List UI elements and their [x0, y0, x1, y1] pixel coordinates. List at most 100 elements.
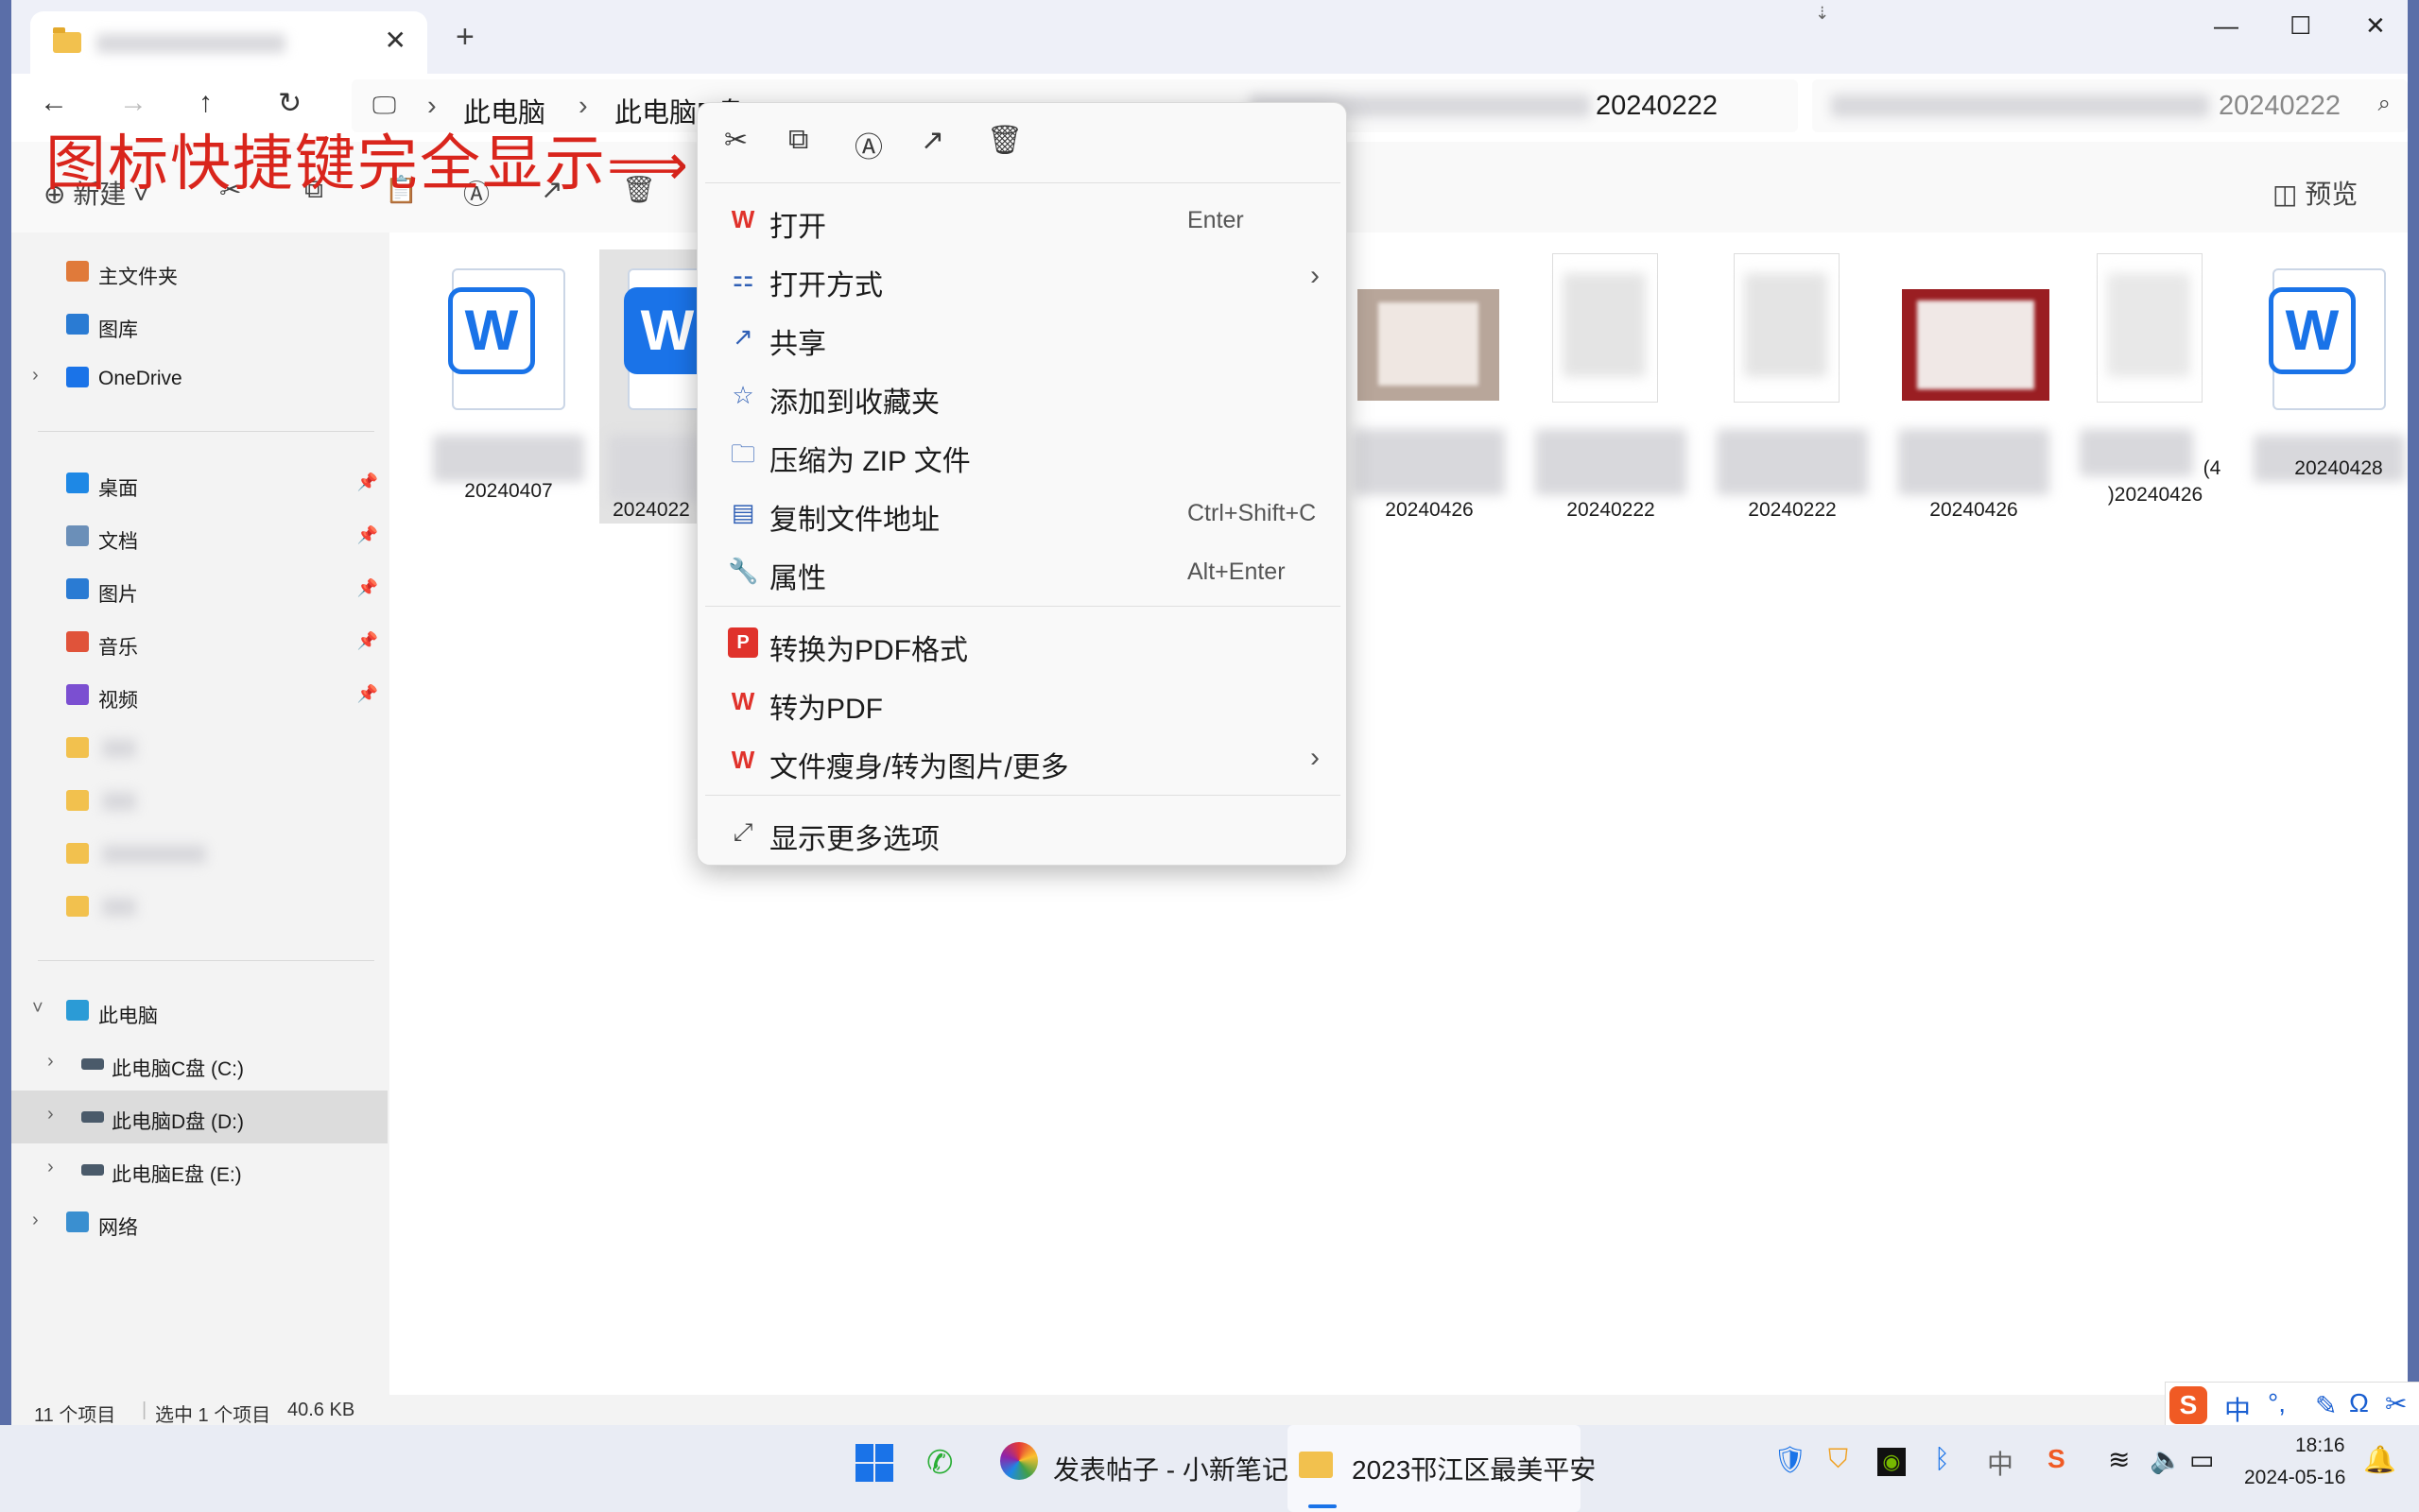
menu-item-to-pdf[interactable]: W 转为PDF: [705, 674, 1339, 729]
breadcrumb-current-folder[interactable]: 20240222: [1596, 91, 1718, 122]
preview-button[interactable]: ◫ 预览: [2272, 174, 2358, 212]
menu-item-open-with[interactable]: ⚏ 打开方式 ›: [705, 250, 1339, 305]
clock-date[interactable]: 2024-05-16: [2244, 1467, 2345, 1489]
sidebar-item-gallery[interactable]: 图库: [11, 299, 388, 352]
menu-item-show-more-options[interactable]: ⤢ 显示更多选项: [705, 804, 1339, 859]
file-name: 20240426: [1385, 499, 1474, 521]
sidebar-item-folder[interactable]: [11, 881, 388, 934]
menu-item-open[interactable]: W 打开 Enter: [705, 192, 1339, 247]
sidebar-item-label: 主文件夹: [98, 266, 178, 288]
menu-item-wps-more[interactable]: W 文件瘦身/转为图片/更多 ›: [705, 732, 1339, 787]
clock-time[interactable]: 18:16: [2295, 1435, 2345, 1457]
file-item[interactable]: 20240222: [1526, 249, 1696, 533]
menu-item-shortcut: Enter: [1187, 207, 1244, 233]
tab-close-button[interactable]: ✕: [385, 25, 406, 56]
file-name-blurred: [1535, 429, 1686, 495]
minimize-button[interactable]: —: [2214, 11, 2238, 41]
file-item[interactable]: 20240426: [1344, 249, 1514, 533]
file-item[interactable]: W 20240428: [2244, 249, 2408, 533]
search-box[interactable]: 20240222 ⌕: [1812, 79, 2408, 132]
word-icon: W: [448, 287, 535, 374]
security-icon[interactable]: ⛉: [1828, 1444, 1848, 1475]
sidebar-item-desktop[interactable]: 桌面 📌: [11, 457, 388, 510]
status-bar: 11 个项目 | 选中 1 个项目 40.6 KB: [11, 1395, 2408, 1425]
sidebar-item-drive-e[interactable]: › 此电脑E盘 (E:): [11, 1143, 388, 1196]
preview-label: 预览: [2305, 180, 2359, 209]
menu-item-shortcut: Alt+Enter: [1187, 558, 1286, 585]
menu-item-add-favorites[interactable]: ☆ 添加到收藏夹: [705, 368, 1339, 422]
document-thumbnail: [1734, 253, 1840, 403]
windows-start-icon[interactable]: [855, 1444, 893, 1482]
pen-icon[interactable]: ✎: [2315, 1390, 2337, 1421]
wps-icon: W: [731, 205, 755, 233]
sidebar-item-home[interactable]: 主文件夹: [11, 246, 388, 299]
file-item[interactable]: (4 )20240426: [2070, 249, 2240, 533]
sidebar-item-music[interactable]: 音乐 📌: [11, 616, 388, 669]
sidebar-item-documents[interactable]: 文档 📌: [11, 510, 388, 563]
ime-punct-toggle[interactable]: °,: [2268, 1388, 2286, 1418]
title-bar: ✕ + ⇣ — ☐ ✕: [11, 0, 2408, 74]
menu-item-copy-path[interactable]: ▤ 复制文件地址 Ctrl+Shift+C: [705, 485, 1339, 540]
omega-icon[interactable]: Ω: [2349, 1388, 2369, 1418]
file-name: )20240426: [2107, 484, 2203, 506]
close-button[interactable]: ✕: [2365, 11, 2386, 41]
menu-item-label: 转为PDF: [769, 694, 883, 725]
sidebar-item-videos[interactable]: 视频 📌: [11, 669, 388, 722]
file-item[interactable]: 20240222: [1707, 249, 1877, 533]
zip-icon: 🗀: [730, 439, 755, 468]
wifi-icon[interactable]: ≋: [2108, 1444, 2130, 1475]
sogou-tray-icon[interactable]: S: [2048, 1444, 2065, 1474]
taskbar-app-browser[interactable]: 发表帖子 - 小新笔记: [1053, 1450, 1288, 1487]
tools-icon[interactable]: ✂: [2385, 1388, 2407, 1419]
nvidia-icon[interactable]: ◉: [1877, 1448, 1906, 1476]
folder-icon: [66, 790, 89, 811]
sidebar-item-folder[interactable]: [11, 775, 388, 828]
file-name-extra: (4: [2203, 457, 2221, 479]
ime-tray-indicator[interactable]: 中: [1987, 1444, 2013, 1482]
divider: |: [142, 1400, 147, 1420]
music-icon: [66, 631, 89, 652]
pin-icon: 📌: [356, 578, 378, 597]
sidebar-item-this-pc[interactable]: ˅ 此电脑: [11, 985, 388, 1038]
notification-icon[interactable]: 🔔: [2363, 1444, 2396, 1475]
file-item[interactable]: W 20240407: [423, 249, 594, 533]
copy-icon[interactable]: ⧉: [788, 124, 808, 156]
rename-icon[interactable]: Ⓐ: [855, 124, 883, 165]
file-item[interactable]: 20240426: [1889, 249, 2059, 533]
menu-item-share[interactable]: ↗ 共享: [705, 309, 1339, 364]
sidebar-item-folder[interactable]: [11, 722, 388, 775]
file-name: 20240428: [2294, 457, 2383, 479]
sidebar-item-pictures[interactable]: 图片 📌: [11, 563, 388, 616]
chevron-right-icon: ›: [47, 1051, 54, 1072]
cut-icon[interactable]: ✂: [724, 124, 748, 157]
menu-item-label: 属性: [769, 563, 826, 594]
sogou-logo-icon[interactable]: S: [2169, 1386, 2207, 1424]
tab-current[interactable]: ✕: [30, 11, 427, 74]
file-list: W 20240407 W 2024022 20240426 20240222 2…: [389, 232, 2408, 1395]
maximize-button[interactable]: ☐: [2289, 11, 2311, 41]
delete-icon[interactable]: 🗑: [987, 124, 1023, 157]
back-button[interactable]: ←: [40, 87, 68, 119]
forward-button[interactable]: →: [119, 87, 147, 119]
sidebar-item-network[interactable]: › 网络: [11, 1196, 388, 1249]
sidebar-item-onedrive[interactable]: › OneDrive: [11, 352, 388, 404]
menu-item-convert-pdf-format[interactable]: P 转换为PDF格式: [705, 615, 1339, 670]
sidebar-item-drive-c[interactable]: › 此电脑C盘 (C:): [11, 1038, 388, 1091]
browser-icon[interactable]: [1000, 1442, 1038, 1480]
battery-icon[interactable]: ▭: [2189, 1444, 2214, 1475]
volume-icon[interactable]: 🔈: [2150, 1444, 2183, 1475]
sidebar-item-drive-d[interactable]: › 此电脑D盘 (D:): [11, 1091, 388, 1143]
new-tab-button[interactable]: +: [456, 19, 475, 56]
menu-item-properties[interactable]: 🔧 属性 Alt+Enter: [705, 543, 1339, 598]
share-icon: ↗: [733, 322, 753, 351]
shield-icon[interactable]: 🛡: [1773, 1444, 1807, 1475]
wechat-icon[interactable]: ✆: [926, 1444, 954, 1482]
up-button[interactable]: ↑: [199, 87, 213, 119]
taskbar-app-explorer[interactable]: 2023邗江区最美平安: [1287, 1425, 1596, 1512]
menu-item-label: 共享: [769, 329, 826, 360]
menu-item-compress-zip[interactable]: 🗀 压缩为 ZIP 文件: [705, 426, 1339, 481]
bluetooth-icon[interactable]: ᛒ: [1934, 1444, 1950, 1474]
sidebar-item-folder[interactable]: [11, 828, 388, 881]
ime-lang-toggle[interactable]: 中: [2224, 1390, 2251, 1428]
share-icon[interactable]: ↗: [921, 124, 944, 157]
